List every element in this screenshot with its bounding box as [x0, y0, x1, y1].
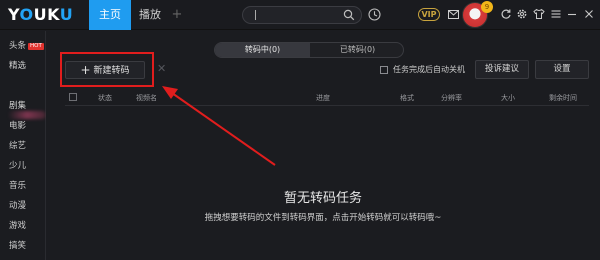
youku-logo[interactable]: YOUKU: [8, 5, 73, 24]
text-caret: [255, 10, 256, 20]
table-header: 状态 视频名 进度 格式 分辨率 大小 剩余时间: [65, 89, 589, 106]
column-remaining-time: 剩余时间: [549, 94, 577, 102]
column-status: 状态: [98, 94, 112, 102]
new-transcode-label: 新建转码: [93, 66, 130, 76]
sidebar-item-music[interactable]: 音乐: [9, 179, 26, 191]
sidebar-item-movies[interactable]: 电影: [9, 119, 26, 131]
auto-shutdown-checkbox[interactable]: [380, 66, 388, 74]
sidebar-item-anime[interactable]: 动漫: [9, 199, 26, 211]
column-format: 格式: [400, 94, 414, 102]
menu-icon[interactable]: [550, 8, 562, 20]
close-icon[interactable]: [583, 8, 595, 20]
empty-state-hint: 拖拽想要转码的文件到转码界面，点击开始转码就可以转码哦~: [204, 213, 442, 223]
sidebar-item-games[interactable]: 游戏: [9, 219, 26, 231]
column-video-name: 视频名: [136, 94, 157, 102]
avatar[interactable]: 9: [462, 1, 493, 28]
column-resolution: 分辨率: [441, 94, 462, 102]
sidebar-item-comedy[interactable]: 搞笑: [9, 239, 26, 251]
search-icon[interactable]: [343, 9, 355, 21]
tab-home[interactable]: 主页: [89, 0, 131, 30]
tab-play[interactable]: 播放: [134, 0, 166, 30]
skin-shirt-icon[interactable]: [533, 8, 545, 20]
new-transcode-button[interactable]: + 新建转码: [65, 61, 145, 79]
blurred-sidebar-item: [8, 111, 46, 119]
level-badge: 9: [481, 1, 493, 13]
plus-icon: +: [80, 63, 91, 77]
mail-icon[interactable]: [448, 10, 459, 19]
sidebar: 头条 HOT 精选 剧集 电影 综艺 少儿 音乐 动漫 游戏 搞笑: [0, 31, 46, 260]
logo-text: YOUKU: [8, 5, 74, 24]
auto-shutdown-label: 任务完成后自动关机: [393, 65, 465, 74]
tab-transcoded[interactable]: 已转码(0): [310, 43, 403, 57]
transcode-tabs: 转码中(0) 已转码(0): [214, 42, 404, 58]
tab-transcoding[interactable]: 转码中(0): [215, 43, 310, 57]
refresh-icon[interactable]: [500, 8, 512, 20]
column-progress: 进度: [316, 94, 330, 102]
search-input[interactable]: [242, 6, 362, 24]
transcode-panel: 转码中(0) 已转码(0) + 新建转码 ✕ 任务完成后自动关机 投诉建议 设置 …: [46, 31, 600, 260]
settings-button[interactable]: 设置: [535, 60, 589, 79]
vip-badge[interactable]: VIP: [418, 8, 440, 21]
sidebar-item-featured[interactable]: 精选: [9, 59, 26, 71]
history-clock-icon[interactable]: [368, 8, 381, 21]
empty-state-title: 暂无转码任务: [283, 191, 362, 206]
sidebar-item-headlines[interactable]: 头条 HOT: [9, 39, 44, 51]
hot-badge: HOT: [28, 43, 44, 50]
top-bar: YOUKU 主页 播放 + VIP 9: [0, 0, 600, 30]
settings-gear-icon[interactable]: [516, 8, 528, 20]
sidebar-item-variety[interactable]: 综艺: [9, 139, 26, 151]
sidebar-item-series[interactable]: 剧集: [9, 99, 26, 111]
sidebar-item-kids[interactable]: 少儿: [9, 159, 26, 171]
add-tab-button[interactable]: +: [170, 0, 184, 30]
select-all-checkbox[interactable]: [69, 93, 77, 101]
clear-x-icon[interactable]: ✕: [157, 62, 166, 75]
minimize-icon[interactable]: [566, 8, 578, 20]
sidebar-item-label: 头条: [9, 41, 27, 51]
column-size: 大小: [501, 94, 515, 102]
feedback-button[interactable]: 投诉建议: [475, 60, 529, 79]
